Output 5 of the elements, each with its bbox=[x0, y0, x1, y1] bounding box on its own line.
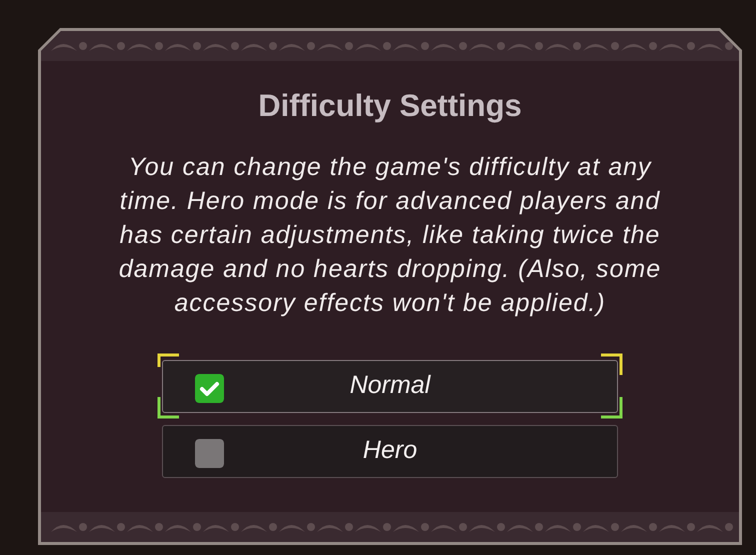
dialog-title: Difficulty Settings bbox=[258, 87, 522, 125]
checkbox[interactable] bbox=[195, 374, 224, 402]
description-text: You can change the game's difficulty at any time. Hero mode is for advanced players and has certain adjustments, like taking twice the damage and no hearts dropping. (Also, some accessory effects won't be applied.) bbox=[118, 152, 662, 318]
checkbox[interactable] bbox=[195, 438, 224, 468]
difficulty-option[interactable]: Hero bbox=[162, 424, 618, 478]
